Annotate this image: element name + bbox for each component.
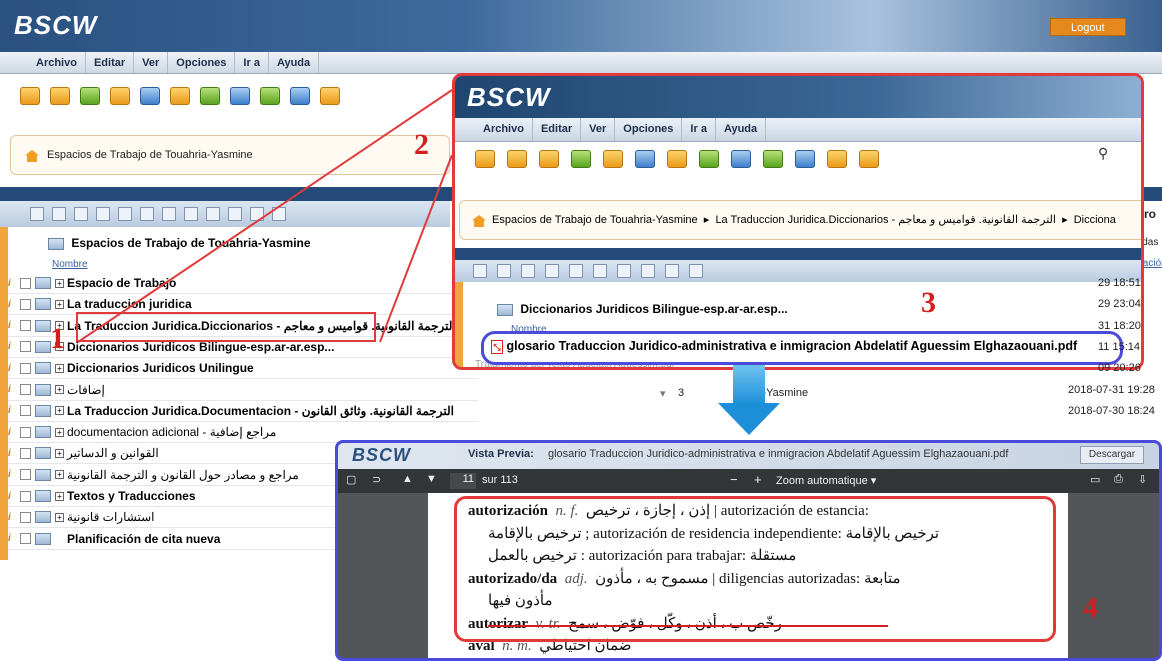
url-icon[interactable] [699, 150, 719, 168]
overlay-toolbar [475, 150, 879, 168]
overlay-breadcrumb: Espacios de Trabajo de Touahria-Yasmine … [459, 200, 1141, 240]
menu-ver[interactable]: Ver [581, 118, 616, 141]
pdf-toolbar: ▢ ⊃ ▲ ▼ 11 sur 113 − + Zoom automatique … [338, 469, 1159, 493]
overlay-header: BSCW [455, 76, 1141, 118]
pdf-file-row[interactable]: ⤡ glosario Traduccion Juridico-administr… [491, 339, 1077, 354]
zoom-select[interactable]: Zoom automatique ▾ [776, 474, 876, 487]
lock-icon[interactable] [665, 264, 679, 278]
page-number-input[interactable]: 11 [450, 473, 476, 489]
overlay-folder-label: Diccionarios Juridicos Bilingue-esp.ar-a… [520, 302, 788, 316]
overlay-menu-bar: Archivo Editar Ver Opciones Ir a Ayuda [455, 118, 1141, 142]
deselect-icon[interactable] [497, 264, 511, 278]
highlight-box-1 [76, 312, 376, 342]
select-all-icon[interactable] [473, 264, 487, 278]
link-icon[interactable] [731, 150, 751, 168]
menu-archivo[interactable]: Archivo [475, 118, 533, 141]
pdf-preview-overlay: BSCW Vista Previa: glosario Traduccion J… [335, 440, 1162, 661]
zoom-overlay-folder: BSCW Archivo Editar Ver Opciones Ir a Ay… [452, 73, 1144, 370]
overlay-orange-strip [455, 282, 463, 367]
home-icon[interactable] [472, 215, 486, 227]
page-total: sur 113 [482, 474, 518, 486]
archive-icon[interactable] [617, 264, 631, 278]
crumb-current[interactable]: Dicciona [1074, 214, 1116, 226]
crumb-sep-icon: ▸ [700, 214, 713, 226]
row-date: 09 20:26 [1098, 362, 1141, 375]
row-date: 29 23:04 [1098, 298, 1141, 311]
export-icon[interactable] [689, 264, 703, 278]
callout-4: 4 [1083, 591, 1098, 624]
edit-icon[interactable] [539, 150, 559, 168]
overlay-logo: BSCW [467, 82, 551, 112]
overlay-folder-row: Diccionarios Juridicos Bilingue-esp.ar-a… [497, 302, 788, 316]
row-date: 11 15:14 [1098, 340, 1141, 353]
menu-ir-a[interactable]: Ir a [682, 118, 716, 141]
menu-editar[interactable]: Editar [533, 118, 582, 141]
menu-opciones[interactable]: Opciones [615, 118, 683, 141]
next-page-icon[interactable]: ▼ [426, 473, 437, 485]
table-icon[interactable] [763, 150, 783, 168]
overlay-section-bar [455, 248, 1141, 260]
search-icon[interactable]: ⚲ [1098, 145, 1108, 162]
preview-filename: glosario Traduccion Juridico-administrat… [548, 448, 1009, 460]
note-icon[interactable] [859, 150, 879, 168]
info-icon[interactable] [507, 150, 527, 168]
preview-label: Vista Previa: [468, 448, 534, 460]
callout-2: 2 [414, 128, 429, 161]
pdf-icon: ⤡ [491, 339, 503, 354]
row-date: 29 18:51 [1098, 277, 1141, 289]
zoom-out-button[interactable]: − [730, 472, 738, 487]
callout-3: 3 [921, 286, 936, 319]
row-date: 2018-07-30 18:24 [1068, 404, 1155, 417]
menu-ayuda[interactable]: Ayuda [716, 118, 767, 141]
down-arrow-icon [733, 365, 765, 405]
send-icon[interactable] [641, 264, 655, 278]
download-button[interactable]: Descargar [1080, 446, 1144, 464]
highlight-box-4 [454, 496, 1056, 642]
page-icon[interactable] [593, 264, 607, 278]
move-icon[interactable] [635, 150, 655, 168]
cut-icon[interactable] [521, 264, 535, 278]
preview-logo: BSCW [352, 445, 411, 465]
row-date: 2018-07-31 19:28 [1068, 383, 1155, 396]
row-date: 31 18:20 [1098, 319, 1141, 332]
callout-1: 1 [50, 322, 65, 355]
present-icon[interactable]: ▭ [1090, 473, 1100, 486]
forum-icon[interactable] [795, 150, 815, 168]
crumb-diccionarios[interactable]: La Traduccion Juridica.Diccionarios - ال… [715, 214, 1056, 226]
new-doc-icon[interactable] [667, 150, 687, 168]
open-icon[interactable] [475, 150, 495, 168]
pdf-file-name[interactable]: glosario Traduccion Juridico-administrat… [506, 339, 1077, 353]
zoom-in-button[interactable]: + [754, 472, 762, 487]
add-user-icon[interactable] [571, 150, 591, 168]
overlay-list-toolbar [455, 260, 1141, 282]
print-icon[interactable]: ⎙ [1114, 473, 1123, 486]
preview-header: BSCW Vista Previa: glosario Traduccion J… [338, 443, 1159, 469]
prev-page-icon[interactable]: ▲ [402, 473, 413, 485]
crumb-root[interactable]: Espacios de Trabajo de Touahria-Yasmine [492, 214, 698, 226]
copy-icon[interactable] [545, 264, 559, 278]
new-folder-icon[interactable] [603, 150, 623, 168]
paste-icon[interactable] [569, 264, 583, 278]
save-icon[interactable]: ⇩ [1138, 473, 1147, 486]
sidebar-toggle-icon[interactable]: ▢ [346, 473, 356, 486]
crumb-sep-icon: ▸ [1059, 214, 1071, 226]
folder-icon [497, 303, 513, 316]
find-icon[interactable]: ⊃ [372, 473, 381, 486]
checklist-icon[interactable] [827, 150, 847, 168]
